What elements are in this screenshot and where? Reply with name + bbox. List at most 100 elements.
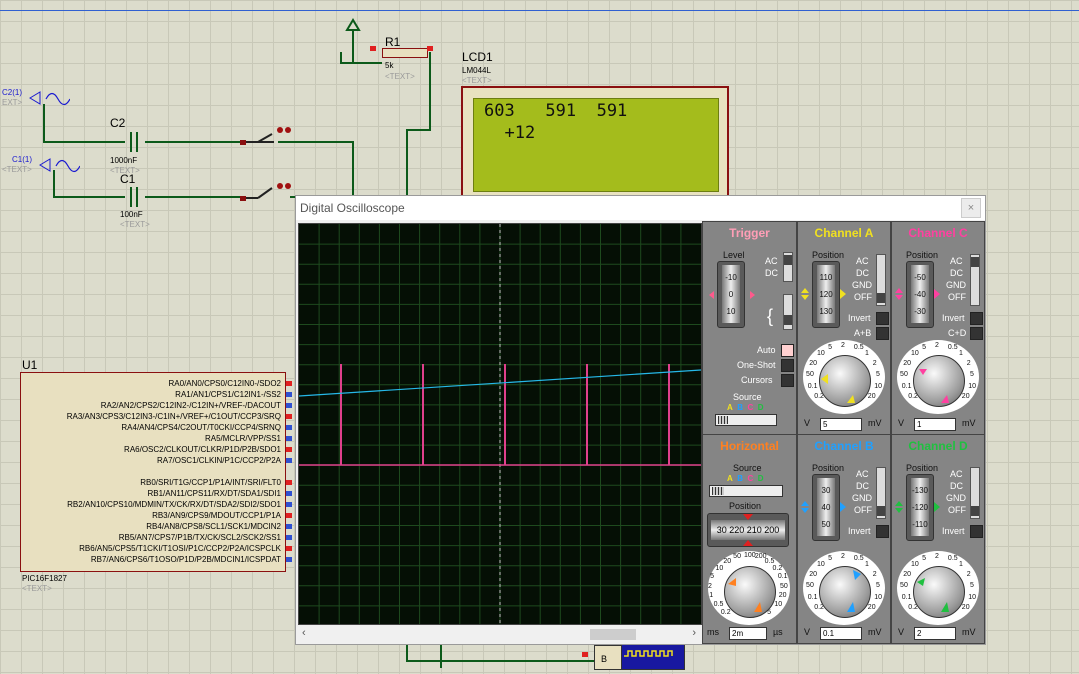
trigger-oneshot-button[interactable]	[781, 359, 794, 372]
r1-text: <TEXT>	[385, 72, 415, 81]
horizontal-position-drum[interactable]: 30 220 210 200	[707, 513, 789, 547]
dial-scale-label: 0.1	[807, 593, 818, 601]
trigger-source-slider[interactable]	[715, 414, 777, 426]
pic-microcontroller[interactable]: RA0/AN0/CPS0/C12IN0-/SDO2 RA1/AN1/CPS1/C1…	[20, 372, 292, 572]
pic-pin-terminal[interactable]	[286, 524, 292, 529]
scope-icon-b[interactable]: B	[594, 645, 622, 670]
scroll-right-icon[interactable]: ›	[692, 627, 696, 639]
dial-scale-label: 0.1	[901, 382, 912, 390]
oscilloscope-window[interactable]: Digital Oscilloscope × ‹ › Trigger Level…	[295, 195, 986, 645]
r1-resistor[interactable]	[382, 48, 428, 58]
scroll-thumb[interactable]	[590, 629, 636, 640]
dial-scale-label: 1	[709, 592, 714, 600]
pic-pin-terminal[interactable]	[286, 414, 292, 419]
trigger-oneshot-label: One-Shot	[737, 360, 776, 370]
pic-pin-terminal[interactable]	[286, 557, 292, 562]
dial-scale-label: 0.1	[807, 382, 818, 390]
trigger-title: Trigger	[729, 226, 770, 240]
channel-d-knob-marker-icon	[917, 578, 949, 612]
channel-d-dc: DC	[950, 481, 963, 491]
power-terminal-icon[interactable]	[343, 18, 363, 42]
channel-c-coupling-switch[interactable]	[970, 254, 980, 306]
pic-pin-terminal[interactable]	[286, 425, 292, 430]
dial-scale-label: 10	[968, 382, 977, 390]
pic-pin-label: RA3/AN3/CPS3/C12IN3-/C1IN+/VREF+/C1OUT/C…	[66, 412, 281, 421]
oscilloscope-titlebar[interactable]: Digital Oscilloscope ×	[296, 196, 985, 220]
pic-pin-terminal[interactable]	[286, 513, 292, 518]
pic-pin-terminal[interactable]	[286, 546, 292, 551]
dial-scale-label: 0.5	[853, 344, 864, 352]
dial-scale-label: 10	[715, 564, 724, 572]
channel-a-knob-marker-icon	[821, 374, 855, 403]
close-button[interactable]: ×	[961, 198, 981, 218]
pic-pin-terminal[interactable]	[286, 491, 292, 496]
channel-a-aplusb: A+B	[854, 328, 872, 338]
channel-a-invert: Invert	[848, 313, 871, 323]
channel-a-marker-icon	[801, 288, 846, 300]
dial-scale-label: 20	[903, 359, 912, 367]
channel-b-volts-input[interactable]: 0.1	[820, 627, 862, 640]
channel-c-cplusd-button[interactable]	[970, 327, 983, 340]
dial-scale-label: 5	[710, 573, 715, 581]
trigger-cursors-button[interactable]	[781, 374, 794, 387]
channel-d-invert-button[interactable]	[970, 525, 983, 538]
trigger-edge-switch[interactable]	[783, 294, 793, 330]
dial-scale-label: 20	[778, 592, 787, 600]
channel-d-coupling-switch[interactable]	[970, 467, 980, 519]
dial-scale-label: 0.5	[713, 601, 724, 609]
pic-pin-terminal[interactable]	[286, 502, 292, 507]
pic-pin-terminal[interactable]	[286, 381, 292, 386]
pic-pin-terminal[interactable]	[286, 403, 292, 408]
channel-a-volts-input[interactable]: 5	[820, 418, 862, 431]
oscilloscope-title: Digital Oscilloscope	[300, 201, 405, 215]
sine-generator-icon[interactable]	[38, 155, 80, 177]
horizontal-source-slider[interactable]	[709, 485, 783, 497]
horizontal-scrollbar[interactable]: ‹ ›	[298, 627, 700, 641]
trigger-auto-button[interactable]	[781, 344, 794, 357]
pic-pin-label: RB3/AN9/CPS9/MDOUT/CCP1/P1A	[152, 511, 281, 520]
channel-c-invert-button[interactable]	[970, 312, 983, 325]
dial-scale-label: 50	[733, 553, 741, 561]
channel-b-gnd: GND	[852, 493, 872, 503]
channel-a-title: Channel A	[814, 226, 874, 240]
dial-scale-label: 2	[935, 342, 939, 349]
channel-a-invert-button[interactable]	[876, 312, 889, 325]
channel-a-aplusb-button[interactable]	[876, 327, 889, 340]
capacitor-c2[interactable]	[122, 130, 146, 154]
pic-pin-label: RA7/OSC1/CLKIN/P1C/CCP2/P2A	[156, 456, 281, 465]
dial-scale-label: 20	[809, 570, 818, 578]
dial-scale-label: 50	[806, 371, 814, 379]
pic-pin-label: RB4/AN8/CPS8/SCL1/SCK1/MDCIN2	[146, 522, 281, 531]
channel-d-ac: AC	[950, 469, 963, 479]
pic-pin-terminal[interactable]	[286, 535, 292, 540]
pic-pin-label: RA2/AN2/CPS2/C12IN2-/C12IN+/VREF-/DACOUT	[100, 401, 281, 410]
dial-scale-label: 5	[875, 582, 880, 590]
channel-d-volts-input[interactable]: 2	[914, 627, 956, 640]
pic-pin-terminal[interactable]	[286, 458, 292, 463]
dial-scale-label: 50	[779, 582, 788, 590]
pic-pin-terminal[interactable]	[286, 436, 292, 441]
channel-c-volts-input[interactable]: 1	[914, 418, 956, 431]
pic-pin-label: RB2/AN10/CPS10/MDMIN/TX/CK/RX/DT/SDA2/SD…	[67, 500, 281, 509]
trigger-coupling-switch[interactable]	[783, 252, 793, 282]
channel-d-title: Channel D	[908, 439, 968, 453]
switch-icon[interactable]	[238, 180, 298, 204]
channel-b-coupling-switch[interactable]	[876, 467, 886, 519]
channel-b-invert-button[interactable]	[876, 525, 889, 538]
channel-d-position-label: Position	[906, 463, 939, 473]
dial-scale-label: 2	[966, 570, 971, 578]
lcd-display[interactable]: 603 591 591 +12	[461, 86, 729, 200]
pic-pin-terminal[interactable]	[286, 480, 292, 485]
scroll-left-icon[interactable]: ‹	[302, 627, 306, 639]
switch-icon[interactable]	[238, 124, 298, 148]
pic-pin-terminal[interactable]	[286, 447, 292, 452]
capacitor-c1[interactable]	[122, 185, 146, 209]
pic-pin-terminal[interactable]	[286, 392, 292, 397]
channel-d-v-label: V	[898, 627, 905, 637]
sine-generator-icon[interactable]	[28, 88, 70, 110]
channel-a-coupling-switch[interactable]	[876, 254, 886, 306]
gen-c2-text: EXT>	[2, 98, 23, 107]
scope-graticule	[298, 224, 702, 624]
horizontal-time-input[interactable]: 2m	[729, 627, 767, 640]
channel-d-marker-icon	[895, 501, 940, 513]
